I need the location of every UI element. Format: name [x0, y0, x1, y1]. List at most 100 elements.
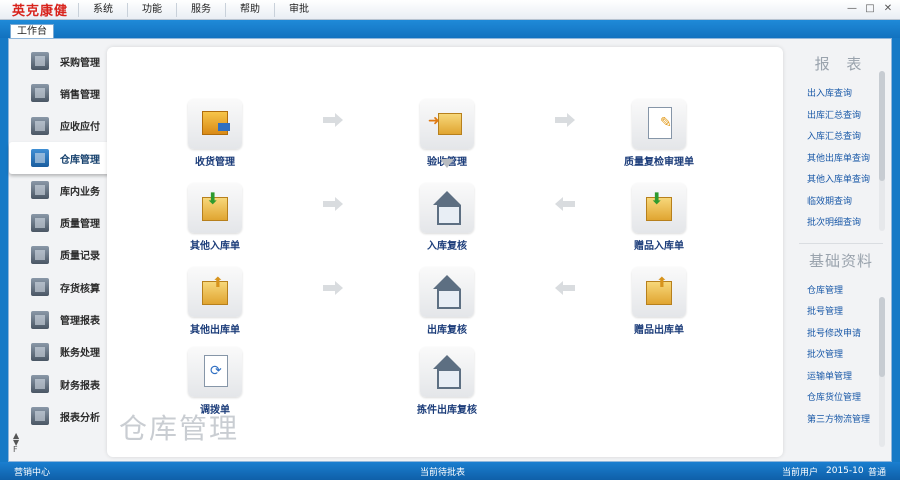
sidebar-item-quality[interactable]: 质量管理: [9, 206, 107, 238]
other-in-icon: [188, 183, 242, 233]
node-quality-review[interactable]: 质量复检审理单: [609, 99, 709, 168]
status-mode: 普通: [868, 467, 887, 478]
close-icon[interactable]: ✕: [882, 3, 894, 15]
sidebar-item-label: 报表分析: [60, 412, 100, 424]
basic-title: 基础资料: [808, 251, 873, 270]
status-bar: 营销中心 当前待批表 当前用户 2015-10 普通: [0, 462, 900, 480]
quality-icon: [31, 213, 49, 232]
node-label: 拣件出库复核: [417, 405, 477, 416]
flow-arrow-right-icon: [323, 281, 343, 295]
finance-report-icon: [31, 375, 49, 394]
basic-link[interactable]: 运输单管理: [807, 367, 877, 389]
menu-approval[interactable]: 审批: [274, 2, 323, 17]
reports-title: 报 表: [814, 55, 868, 73]
flow-arrow-left-icon: [555, 281, 575, 295]
node-receive[interactable]: 收货管理: [165, 99, 265, 168]
reports-list: 出入库查询 出库汇总查询 入库汇总查询 其他出库单查询 其他入库单查询 临效期查…: [793, 84, 889, 235]
sidebar-item-label: 库内业务: [60, 186, 100, 198]
sidebar-item-stock-accounting[interactable]: 存货核算: [9, 271, 107, 303]
inventory-ops-icon: [31, 181, 49, 200]
maximize-icon[interactable]: □: [864, 3, 876, 15]
sidebar-item-warehouse[interactable]: 仓库管理: [9, 141, 111, 175]
flow-arrow-left-icon: [555, 197, 575, 211]
quality-review-doc-icon: [632, 99, 686, 149]
basic-link[interactable]: 批号修改申请: [807, 324, 877, 346]
tab-workbench[interactable]: 工作台: [10, 24, 54, 38]
sidebar-item-accounting[interactable]: 账务处理: [9, 336, 107, 368]
node-transfer[interactable]: 调拨单: [165, 347, 265, 416]
report-link[interactable]: 入库汇总查询: [807, 127, 877, 149]
gift-in-icon: [632, 183, 686, 233]
sidebar-item-sales[interactable]: 销售管理: [9, 77, 107, 109]
stock-accounting-icon: [31, 278, 49, 297]
scroll-end-icon[interactable]: F: [13, 446, 19, 454]
sidebar-scroll-controls[interactable]: ▲ ▼ F: [13, 432, 19, 454]
sidebar-item-label: 存货核算: [60, 283, 100, 295]
report-link[interactable]: 出入库查询: [807, 84, 877, 106]
sidebar-item-quality-record[interactable]: 质量记录: [9, 239, 107, 271]
sidebar-item-label: 账务处理: [60, 348, 100, 360]
report-link[interactable]: 其他出库单查询: [807, 149, 877, 171]
menu-system[interactable]: 系统: [78, 2, 127, 17]
sidebar-item-inventory-ops[interactable]: 库内业务: [9, 174, 107, 206]
sidebar-item-label: 仓库管理: [60, 154, 100, 166]
other-out-icon: [188, 267, 242, 317]
menu-functions[interactable]: 功能: [127, 2, 176, 17]
scroll-thumb[interactable]: [879, 297, 885, 377]
sales-icon: [31, 84, 49, 103]
node-other-out[interactable]: 其他出库单: [165, 267, 265, 336]
flow-arrow-right-icon: [323, 113, 343, 127]
menu-services[interactable]: 服务: [176, 2, 225, 17]
basic-list: 仓库管理 批号管理 批号修改申请 批次管理 运输单管理 仓库货位管理 第三方物流…: [793, 281, 889, 432]
report-analysis-icon: [31, 407, 49, 426]
main-panel: 采购管理 销售管理 应收应付 仓库管理 库内业务 质量管理 质量记录 存货核算 …: [8, 38, 892, 462]
basic-link[interactable]: 仓库货位管理: [807, 388, 877, 410]
flow-arrow-right-icon: [323, 197, 343, 211]
node-other-in[interactable]: 其他入库单: [165, 183, 265, 252]
scroll-thumb[interactable]: [879, 71, 885, 181]
basic-link[interactable]: 批号管理: [807, 302, 877, 324]
node-out-review[interactable]: 出库复核: [397, 267, 497, 336]
report-link[interactable]: 批次明细查询: [807, 213, 877, 235]
sidebar-item-mgmt-report[interactable]: 管理报表: [9, 303, 107, 335]
node-gift-out[interactable]: 赠品出库单: [609, 267, 709, 336]
report-link[interactable]: 临效期查询: [807, 192, 877, 214]
node-inspect[interactable]: 验收管理: [397, 99, 497, 168]
basic-link[interactable]: 仓库管理: [807, 281, 877, 303]
sidebar-item-finance-report[interactable]: 财务报表: [9, 368, 107, 400]
receivable-icon: [31, 116, 49, 135]
sidebar-item-report-analysis[interactable]: 报表分析: [9, 400, 107, 432]
basic-link[interactable]: 第三方物流管理: [807, 410, 877, 432]
sidebar-item-label: 质量管理: [60, 219, 100, 231]
minimize-icon[interactable]: —: [846, 3, 858, 15]
accounting-icon: [31, 342, 49, 361]
node-pick-out-review[interactable]: 拣件出库复核: [397, 347, 497, 416]
node-in-review[interactable]: 入库复核: [397, 183, 497, 252]
sidebar-item-purchase[interactable]: 采购管理: [9, 45, 107, 77]
quality-record-icon: [31, 245, 49, 264]
mgmt-report-icon: [31, 310, 49, 329]
node-gift-in[interactable]: 赠品入库单: [609, 183, 709, 252]
menu-help[interactable]: 帮助: [225, 2, 274, 17]
pick-out-icon: [420, 347, 474, 397]
basic-scrollbar[interactable]: [879, 297, 885, 447]
node-label: 质量复检审理单: [624, 157, 694, 168]
status-center[interactable]: 当前待批表: [420, 465, 465, 478]
node-label: 入库复核: [427, 241, 467, 252]
sidebar-item-label: 财务报表: [60, 380, 100, 392]
sidebar-item-receivable[interactable]: 应收应付: [9, 110, 107, 142]
status-user: 当前用户: [782, 467, 819, 478]
gift-out-icon: [632, 267, 686, 317]
warehouse-out-icon: [420, 267, 474, 317]
sidebar-item-label: 管理报表: [60, 316, 100, 328]
sidebar-item-label: 质量记录: [60, 251, 100, 263]
reports-scrollbar[interactable]: [879, 71, 885, 231]
node-label: 其他入库单: [190, 241, 240, 252]
receive-box-icon: [188, 99, 242, 149]
report-link[interactable]: 其他入库单查询: [807, 170, 877, 192]
tab-strip: [0, 20, 900, 38]
report-link[interactable]: 出库汇总查询: [807, 106, 877, 128]
basic-link[interactable]: 批次管理: [807, 345, 877, 367]
purchase-icon: [31, 52, 49, 71]
status-date: 2015-10: [826, 466, 864, 476]
